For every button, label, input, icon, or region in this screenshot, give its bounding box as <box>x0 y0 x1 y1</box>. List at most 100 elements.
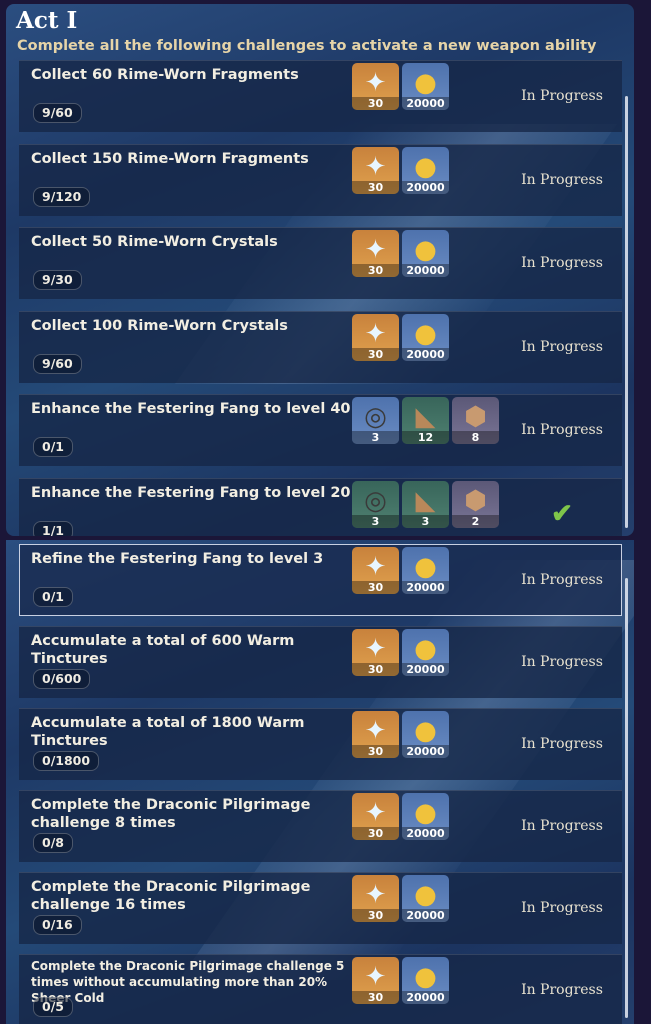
reward-quantity: 30 <box>352 745 399 758</box>
reward-item[interactable]: ✦ 30 <box>352 146 399 194</box>
page-subtitle: Complete all the following challenges to… <box>17 38 597 54</box>
mora-coin-icon: ● <box>414 151 437 182</box>
reward-item[interactable]: ✦ 30 <box>352 875 399 922</box>
reward-item[interactable]: ● 20000 <box>402 146 449 194</box>
challenge-row[interactable]: Accumulate a total of 600 Warm Tinctures… <box>19 626 622 698</box>
primogem-star-icon: ✦ <box>364 552 387 582</box>
status-label: In Progress <box>521 900 603 916</box>
challenge-row[interactable]: Complete the Draconic Pilgrimage challen… <box>19 954 622 1024</box>
reward-item[interactable]: ◎ 3 <box>352 397 399 444</box>
progress-badge: 0/600 <box>33 669 91 689</box>
challenge-row[interactable]: Refine the Festering Fang to level 3 0/1 ✦… <box>19 544 622 616</box>
reward-list: ✦ 30 ● 20000 <box>352 629 449 676</box>
challenge-title: Accumulate a total of 600 Warm Tinctures <box>31 633 295 667</box>
reward-item[interactable]: ◎ 3 <box>352 480 399 528</box>
reward-item[interactable]: ● 20000 <box>402 63 449 110</box>
progress-badge: 0/1 <box>33 587 73 607</box>
reward-item[interactable]: ● 20000 <box>402 230 449 277</box>
status-label: In Progress <box>521 736 603 752</box>
reward-quantity: 8 <box>452 431 499 444</box>
reward-quantity: 30 <box>352 663 399 676</box>
reward-item[interactable]: ✦ 30 <box>352 313 399 361</box>
material-horn-icon: ◣ <box>415 402 436 432</box>
challenge-row[interactable]: Complete the Draconic Pilgrimage challen… <box>19 872 622 944</box>
material-emblem-icon: ⬢ <box>464 485 487 516</box>
reward-item[interactable]: ✦ 30 <box>352 793 399 840</box>
challenge-row[interactable]: Collect 50 Rime-Worn Crystals 9/30 ✦ 30 ● 200… <box>19 227 622 299</box>
challenge-title: Complete the Draconic Pilgrimage challen… <box>31 797 311 831</box>
primogem-star-icon: ✦ <box>364 798 387 828</box>
reward-quantity: 30 <box>352 991 399 1004</box>
challenge-row[interactable]: Collect 150 Rime-Worn Fragments 9/120 ✦ 30 ●… <box>19 143 622 216</box>
reward-item[interactable]: ✦ 30 <box>352 711 399 758</box>
status-label: In Progress <box>521 654 603 670</box>
challenge-row[interactable]: Accumulate a total of 1800 Warm Tincture… <box>19 708 622 780</box>
reward-item[interactable]: ● 20000 <box>402 875 449 922</box>
challenge-row[interactable]: Enhance the Festering Fang to level 20 1/… <box>19 477 622 536</box>
reward-quantity: 30 <box>352 97 399 110</box>
challenge-title: Collect 60 Rime-Worn Fragments <box>31 67 299 83</box>
reward-item[interactable]: ✦ 30 <box>352 547 399 594</box>
primogem-star-icon: ✦ <box>364 962 387 992</box>
reward-list: ✦ 30 ● 20000 <box>352 957 449 1004</box>
status-label: In Progress <box>521 88 603 104</box>
reward-item[interactable]: ✦ 30 <box>352 629 399 676</box>
reward-item[interactable]: ⬢ 2 <box>452 480 499 528</box>
reward-quantity: 30 <box>352 180 399 194</box>
status-label: In Progress <box>521 171 603 188</box>
material-horn-icon: ◣ <box>415 485 436 516</box>
challenge-row[interactable]: Complete the Draconic Pilgrimage challen… <box>19 790 622 862</box>
progress-badge: 9/60 <box>33 353 82 374</box>
mora-coin-icon: ● <box>414 880 437 910</box>
reward-item[interactable]: ● 20000 <box>402 547 449 594</box>
reward-item[interactable]: ● 20000 <box>402 711 449 758</box>
reward-quantity: 12 <box>402 431 449 444</box>
reward-quantity: 20000 <box>402 663 449 676</box>
challenge-row[interactable]: Collect 60 Rime-Worn Fragments 9/60 ✦ 30 ● 20… <box>19 60 622 132</box>
act-panel-top: Act I Complete all the following challen… <box>6 4 634 536</box>
reward-item[interactable]: ● 20000 <box>402 629 449 676</box>
reward-quantity: 20000 <box>402 97 449 110</box>
reward-item[interactable]: ✦ 30 <box>352 63 399 110</box>
reward-item[interactable]: ✦ 30 <box>352 957 399 1004</box>
reward-item[interactable]: ◣ 12 <box>402 397 449 444</box>
challenge-title: Enhance the Festering Fang to level 40 <box>31 401 351 417</box>
status-label: In Progress <box>521 818 603 834</box>
challenge-title: Collect 50 Rime-Worn Crystals <box>31 234 278 250</box>
progress-badge: 9/30 <box>33 270 82 290</box>
reward-list: ✦ 30 ● 20000 <box>352 793 449 840</box>
reward-quantity: 20000 <box>402 827 449 840</box>
scrollbar[interactable] <box>625 96 628 528</box>
challenge-row[interactable]: Enhance the Festering Fang to level 40 0/… <box>19 394 622 466</box>
progress-badge: 0/1800 <box>33 751 100 771</box>
primogem-star-icon: ✦ <box>364 634 387 664</box>
reward-item[interactable]: ● 20000 <box>402 957 449 1004</box>
progress-badge: 0/8 <box>33 833 73 853</box>
reward-item[interactable]: ◣ 3 <box>402 480 449 528</box>
reward-list: ✦ 30 ● 20000 <box>352 313 449 361</box>
reward-quantity: 20000 <box>402 581 449 594</box>
challenge-title: Accumulate a total of 1800 Warm Tincture… <box>31 715 305 749</box>
primogem-star-icon: ✦ <box>364 151 387 182</box>
reward-item[interactable]: ✦ 30 <box>352 230 399 277</box>
reward-list: ✦ 30 ● 20000 <box>352 875 449 922</box>
challenge-row[interactable]: Collect 100 Rime-Worn Crystals 9/60 ✦ 30 ● 20… <box>19 310 622 383</box>
mora-coin-icon: ● <box>414 552 437 582</box>
scrollbar[interactable] <box>625 578 628 1018</box>
reward-item[interactable]: ⬢ 8 <box>452 397 499 444</box>
reward-list: ◎ 3 ◣ 3 ⬢ 2 <box>352 480 499 528</box>
checkmark-icon: ✔ <box>551 498 573 529</box>
reward-item[interactable]: ● 20000 <box>402 793 449 840</box>
mora-coin-icon: ● <box>414 318 437 349</box>
reward-quantity: 3 <box>352 514 399 528</box>
progress-badge: 9/120 <box>33 186 91 207</box>
status-label: In Progress <box>521 422 603 438</box>
challenge-title: Enhance the Festering Fang to level 20 <box>31 484 351 501</box>
status-label: In Progress <box>521 572 603 588</box>
reward-quantity: 30 <box>352 827 399 840</box>
progress-badge: 9/60 <box>33 103 82 123</box>
mora-coin-icon: ● <box>414 716 437 746</box>
reward-item[interactable]: ● 20000 <box>402 313 449 361</box>
reward-list: ✦ 30 ● 20000 <box>352 146 449 194</box>
reward-quantity: 3 <box>402 514 449 528</box>
